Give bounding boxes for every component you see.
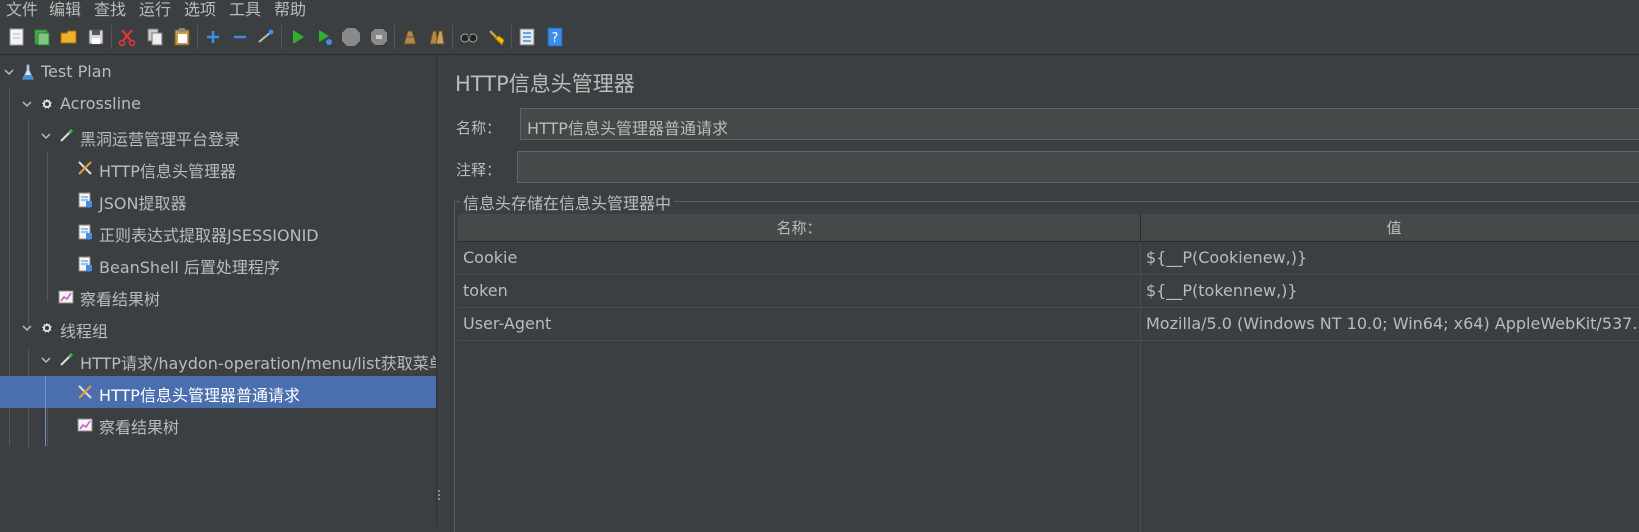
chevron-down-icon[interactable] bbox=[21, 98, 33, 110]
name-field[interactable]: HTTP信息头管理器普通请求 bbox=[520, 108, 1639, 140]
header-value-cell[interactable]: ${__P(Cookienew,)} bbox=[1141, 242, 1639, 274]
toolbar-separator bbox=[511, 25, 512, 49]
tree-node-result-tree[interactable]: 察看结果树 bbox=[0, 280, 436, 312]
tree-node-label: 察看结果树 bbox=[80, 290, 161, 309]
tree-node-sampler[interactable]: 黑洞运营管理平台登录 bbox=[0, 120, 436, 152]
menu-search[interactable]: 查找 bbox=[94, 0, 126, 19]
config-tools-icon bbox=[78, 161, 92, 175]
help-icon[interactable]: ? bbox=[545, 27, 565, 47]
panel-title: HTTP信息头管理器 bbox=[455, 72, 635, 96]
tree-node-json-extractor[interactable]: JSON提取器 bbox=[0, 184, 436, 216]
new-icon[interactable] bbox=[7, 27, 27, 47]
tree-node-header-manager[interactable]: HTTP信息头管理器 bbox=[0, 152, 436, 184]
paste-icon[interactable] bbox=[172, 27, 192, 47]
tree-node-label: HTTP信息头管理器普通请求 bbox=[99, 386, 300, 405]
sampler-pipette-icon bbox=[60, 128, 74, 142]
menu-run[interactable]: 运行 bbox=[139, 0, 171, 19]
column-header-name[interactable]: 名称： bbox=[458, 214, 1141, 242]
column-header-value[interactable]: 值 bbox=[1141, 214, 1639, 242]
copy-icon[interactable] bbox=[145, 27, 165, 47]
toolbar-separator bbox=[197, 25, 198, 49]
test-plan-icon bbox=[22, 64, 34, 80]
menu-tools[interactable]: 工具 bbox=[229, 0, 261, 19]
menu-help[interactable]: 帮助 bbox=[274, 0, 306, 19]
clear-icon[interactable] bbox=[400, 27, 420, 47]
table-row[interactable]: Cookie ${__P(Cookienew,)} bbox=[458, 242, 1639, 275]
splitter-grip-icon[interactable] bbox=[438, 490, 441, 502]
tree-node-acrossline[interactable]: Acrossline bbox=[0, 88, 436, 120]
svg-text:?: ? bbox=[552, 31, 559, 46]
tree-node-thread-group[interactable]: 线程组 bbox=[0, 312, 436, 344]
sampler-pipette-icon bbox=[60, 352, 74, 366]
test-plan-tree[interactable]: Test Plan Acrossline 黑洞运营管理平台登录 HTTP信息头管… bbox=[0, 56, 436, 527]
menu-edit[interactable]: 编辑 bbox=[49, 0, 81, 19]
toolbar-separator bbox=[452, 25, 453, 49]
tree-node-regex-extractor[interactable]: 正则表达式提取器JSESSIONID bbox=[0, 216, 436, 248]
header-name-cell[interactable]: Cookie bbox=[458, 242, 1140, 274]
listener-chart-icon bbox=[58, 290, 74, 304]
tree-node-label: 线程组 bbox=[60, 322, 109, 341]
toolbar-separator bbox=[111, 25, 112, 49]
tree-node-result-tree-2[interactable]: 察看结果树 bbox=[0, 408, 436, 440]
open-icon[interactable] bbox=[59, 27, 79, 47]
start-icon[interactable] bbox=[288, 27, 308, 47]
chevron-down-icon[interactable] bbox=[21, 322, 33, 334]
tree-node-http-request[interactable]: HTTP请求/haydon-operation/menu/list获取菜单 bbox=[0, 344, 436, 376]
headers-table[interactable]: 名称： 值 Cookie ${__P(Cookienew,)} token ${… bbox=[458, 214, 1639, 532]
listener-chart-icon bbox=[77, 418, 93, 432]
thread-group-gear-icon bbox=[41, 322, 53, 334]
name-label: 名称： bbox=[456, 119, 502, 137]
tree-node-label: Acrossline bbox=[60, 94, 142, 113]
extractor-doc-icon bbox=[78, 192, 92, 208]
menu-options[interactable]: 选项 bbox=[184, 0, 216, 19]
toolbar-separator bbox=[281, 25, 282, 49]
header-value-cell[interactable]: Mozilla/5.0 (Windows NT 10.0; Win64; x64… bbox=[1141, 308, 1639, 340]
comment-label: 注释： bbox=[456, 161, 502, 179]
function-helper-icon[interactable] bbox=[517, 27, 537, 47]
chevron-down-icon[interactable] bbox=[40, 354, 52, 366]
column-divider bbox=[1140, 242, 1141, 532]
tree-node-test-plan[interactable]: Test Plan bbox=[0, 56, 436, 88]
expand-icon[interactable] bbox=[203, 27, 223, 47]
chevron-down-icon[interactable] bbox=[40, 130, 52, 142]
table-row[interactable]: token ${__P(tokennew,)} bbox=[458, 275, 1639, 308]
cut-icon[interactable] bbox=[117, 27, 137, 47]
header-manager-panel: HTTP信息头管理器 名称： HTTP信息头管理器普通请求 注释： 信息头存储在… bbox=[446, 56, 1639, 532]
tree-node-label: 正则表达式提取器JSESSIONID bbox=[99, 226, 319, 245]
tree-node-label: HTTP请求/haydon-operation/menu/list获取菜单 bbox=[80, 354, 436, 373]
toolbar-separator bbox=[394, 25, 395, 49]
chevron-down-icon[interactable] bbox=[3, 66, 15, 78]
config-tools-icon bbox=[78, 385, 92, 399]
thread-group-gear-icon bbox=[41, 98, 53, 110]
tree-node-label: 察看结果树 bbox=[99, 418, 180, 437]
extractor-doc-icon bbox=[78, 224, 92, 240]
menu-file[interactable]: 文件 bbox=[6, 0, 38, 19]
header-value-cell[interactable]: ${__P(tokennew,)} bbox=[1141, 275, 1639, 307]
save-icon[interactable] bbox=[86, 27, 106, 47]
shutdown-icon[interactable] bbox=[369, 27, 389, 47]
tree-node-label: 黑洞运营管理平台登录 bbox=[80, 130, 241, 149]
tree-selection-guide bbox=[45, 376, 46, 446]
tree-node-label: Test Plan bbox=[41, 62, 112, 81]
header-name-cell[interactable]: User-Agent bbox=[458, 308, 1140, 340]
header-name-cell[interactable]: token bbox=[458, 275, 1140, 307]
headers-group-title: 信息头存储在信息头管理器中 bbox=[460, 190, 675, 214]
toggle-icon[interactable] bbox=[256, 27, 276, 47]
tree-node-beanshell[interactable]: BeanShell 后置处理程序 bbox=[0, 248, 436, 280]
menu-bar: 文件 编辑 查找 运行 选项 工具 帮助 bbox=[0, 0, 1639, 19]
tree-node-label: HTTP信息头管理器 bbox=[99, 162, 236, 181]
collapse-icon[interactable] bbox=[230, 27, 250, 47]
clear-all-icon[interactable] bbox=[427, 27, 447, 47]
tree-node-header-manager-selected[interactable]: HTTP信息头管理器普通请求 bbox=[0, 376, 436, 408]
postprocessor-doc-icon bbox=[78, 256, 92, 272]
table-row[interactable]: User-Agent Mozilla/5.0 (Windows NT 10.0;… bbox=[458, 308, 1639, 341]
comment-field[interactable] bbox=[517, 151, 1639, 183]
search-icon[interactable] bbox=[459, 27, 479, 47]
templates-icon[interactable] bbox=[32, 27, 52, 47]
reset-search-icon[interactable] bbox=[486, 27, 506, 47]
tree-node-label: BeanShell 后置处理程序 bbox=[99, 258, 280, 277]
start-no-pause-icon[interactable] bbox=[315, 27, 335, 47]
tree-node-label: JSON提取器 bbox=[99, 194, 187, 213]
stop-icon[interactable] bbox=[341, 27, 361, 47]
